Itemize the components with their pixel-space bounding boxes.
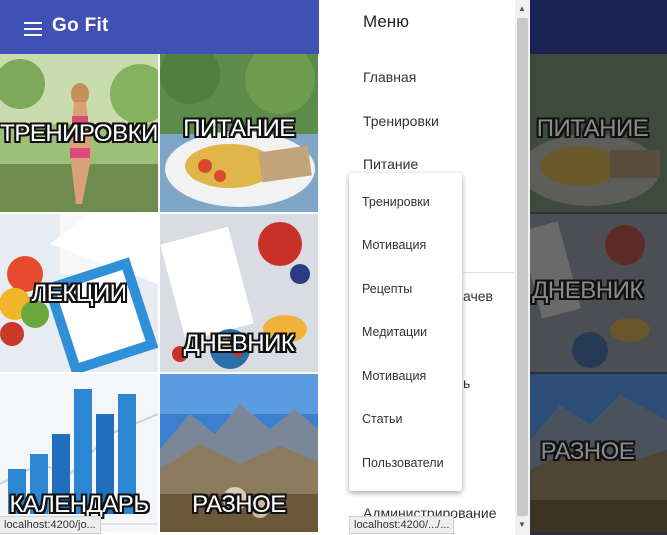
submenu-item-motivation[interactable]: Мотивация: [362, 238, 426, 252]
screenshot: Go Fit ТРЕНИРОВКИ ПИТАНИЕ ЛЕКЦИИ ДНЕВНИК…: [0, 0, 667, 535]
submenu-item-motivation-2[interactable]: Мотивация: [362, 369, 426, 383]
dimmed-home-screen[interactable]: ПИТАНИЕ ДНЕВНИК РАЗНОЕ: [530, 0, 667, 535]
drawer-title: Меню: [363, 12, 409, 31]
tile-label-calendar: КАЛЕНДАРЬ: [9, 491, 149, 518]
tile-trainings[interactable]: ТРЕНИРОВКИ: [0, 54, 158, 212]
submenu-popup: Тренировки Мотивация Рецепты Медитации М…: [349, 173, 462, 491]
category-grid: ТРЕНИРОВКИ ПИТАНИЕ ЛЕКЦИИ ДНЕВНИК КАЛЕНД…: [0, 54, 319, 532]
nav-item-home[interactable]: Главная: [363, 69, 416, 85]
nav-item-nutrition[interactable]: Питание: [363, 156, 418, 172]
drawer-divider: [463, 272, 515, 273]
logo-text: Go Fit: [52, 15, 109, 36]
drawer-scrollbar[interactable]: ▲ ▼: [515, 0, 530, 535]
tile-lectures[interactable]: ЛЕКЦИИ: [0, 214, 158, 372]
scrollbar-thumb[interactable]: [517, 18, 528, 516]
tile-misc[interactable]: РАЗНОЕ: [160, 374, 318, 532]
tile-nutrition[interactable]: ПИТАНИЕ: [160, 54, 318, 212]
scroll-down-icon[interactable]: ▼: [518, 520, 526, 529]
submenu-item-users[interactable]: Пользователи: [362, 456, 444, 470]
scroll-up-icon[interactable]: ▲: [518, 4, 526, 13]
dimmed-label-diary: ДНЕВНИК: [532, 277, 643, 304]
tile-label-misc: РАЗНОЕ: [192, 491, 286, 518]
nav-item-partial-1[interactable]: ачев: [463, 288, 493, 304]
tile-label-diary: ДНЕВНИК: [183, 330, 295, 357]
status-bar-url: localhost:4200/jo...: [0, 516, 101, 534]
submenu-item-trainings[interactable]: Тренировки: [362, 195, 430, 209]
submenu-item-articles[interactable]: Статьи: [362, 412, 403, 426]
tile-label-nutrition: ПИТАНИЕ: [183, 115, 295, 142]
tile-calendar[interactable]: КАЛЕНДАРЬ: [0, 374, 158, 532]
tile-label-trainings: ТРЕНИРОВКИ: [0, 120, 158, 147]
hamburger-icon[interactable]: [24, 22, 42, 36]
tile-diary[interactable]: ДНЕВНИК: [160, 214, 318, 372]
nav-item-trainings[interactable]: Тренировки: [363, 113, 439, 129]
status-bar-url-right: localhost:4200/.../...: [349, 516, 455, 534]
top-toolbar: Go Fit: [0, 0, 319, 54]
submenu-item-recipes[interactable]: Рецепты: [362, 282, 412, 296]
tile-label-lectures: ЛЕКЦИИ: [31, 280, 128, 307]
submenu-item-meditations[interactable]: Медитации: [362, 325, 427, 339]
home-screen: Go Fit ТРЕНИРОВКИ ПИТАНИЕ ЛЕКЦИИ ДНЕВНИК…: [0, 0, 319, 535]
dimmed-label-misc: РАЗНОЕ: [540, 438, 635, 465]
nav-item-partial-2[interactable]: ь: [463, 375, 470, 391]
app-logo[interactable]: Go Fit: [52, 15, 109, 37]
dimmed-label-nutrition: ПИТАНИЕ: [536, 115, 649, 142]
